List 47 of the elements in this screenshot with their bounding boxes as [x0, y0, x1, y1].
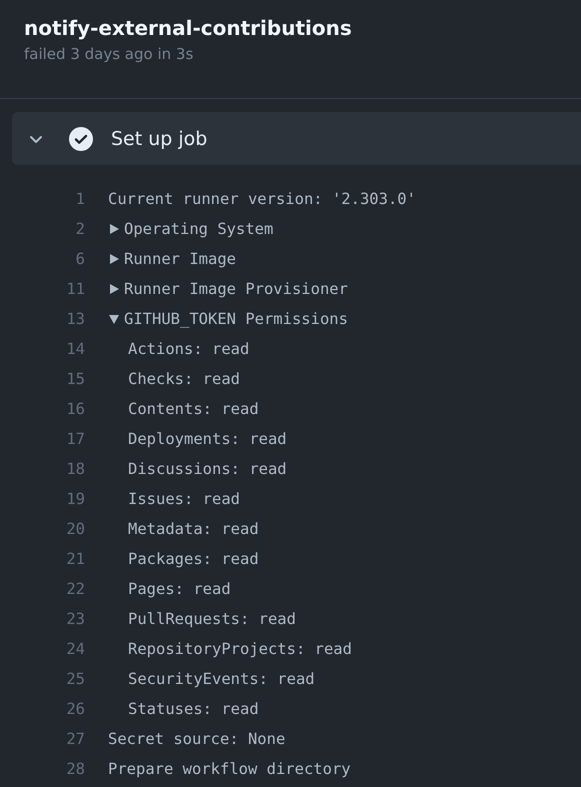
line-number: 15 [65, 370, 85, 388]
log-line: Pages: read [128, 580, 231, 598]
line-number: 22 [65, 580, 85, 598]
line-number: 23 [65, 610, 85, 628]
log-line: Actions: read [128, 340, 250, 358]
line-number: 18 [65, 460, 85, 478]
log-line: PullRequests: read [128, 610, 296, 628]
log-line: Statuses: read [128, 700, 259, 718]
line-number: 20 [65, 520, 85, 538]
log-group-title[interactable]: GITHUB_TOKEN Permissions [124, 310, 348, 328]
line-number: 17 [65, 430, 85, 448]
job-status-text: failed 3 days ago in 3s [24, 44, 194, 64]
line-number: 19 [65, 490, 85, 508]
line-number: 14 [65, 340, 85, 358]
log-line: Metadata: read [128, 520, 259, 538]
log-line: Secret source: None [108, 730, 286, 748]
line-number: 27 [65, 730, 85, 748]
step-header[interactable]: Set up job [12, 112, 581, 165]
line-number: 28 [65, 760, 85, 778]
log-line: Packages: read [128, 550, 259, 568]
log-line: Current runner version: '2.303.0' [108, 190, 416, 208]
line-number: 6 [74, 250, 85, 268]
line-number: 24 [65, 640, 85, 658]
line-number: 16 [65, 400, 85, 418]
line-number: 11 [65, 280, 85, 298]
log-line: Prepare workflow directory [108, 760, 351, 778]
disclosure-triangle-icon[interactable] [108, 283, 120, 295]
log-group-title[interactable]: Runner Image Provisioner [124, 280, 348, 298]
line-number: 26 [65, 700, 85, 718]
log-line: Deployments: read [128, 430, 287, 448]
log-line: Discussions: read [128, 460, 287, 478]
log-line: Contents: read [128, 400, 259, 418]
log-line: SecurityEvents: read [128, 670, 315, 688]
line-number: 2 [74, 220, 85, 238]
log-line: Issues: read [128, 490, 240, 508]
log-group-title[interactable]: Operating System [124, 220, 274, 238]
disclosure-triangle-icon[interactable] [108, 313, 120, 325]
line-number: 13 [65, 310, 85, 328]
log-line: Checks: read [128, 370, 240, 388]
job-title: notify-external-contributions [24, 15, 353, 42]
line-number: 25 [65, 670, 85, 688]
disclosure-triangle-icon[interactable] [108, 223, 120, 235]
line-number: 21 [65, 550, 85, 568]
log-line: RepositoryProjects: read [128, 640, 352, 658]
disclosure-triangle-icon[interactable] [108, 253, 120, 265]
log-group-title[interactable]: Runner Image [124, 250, 236, 268]
line-number: 1 [74, 190, 85, 208]
